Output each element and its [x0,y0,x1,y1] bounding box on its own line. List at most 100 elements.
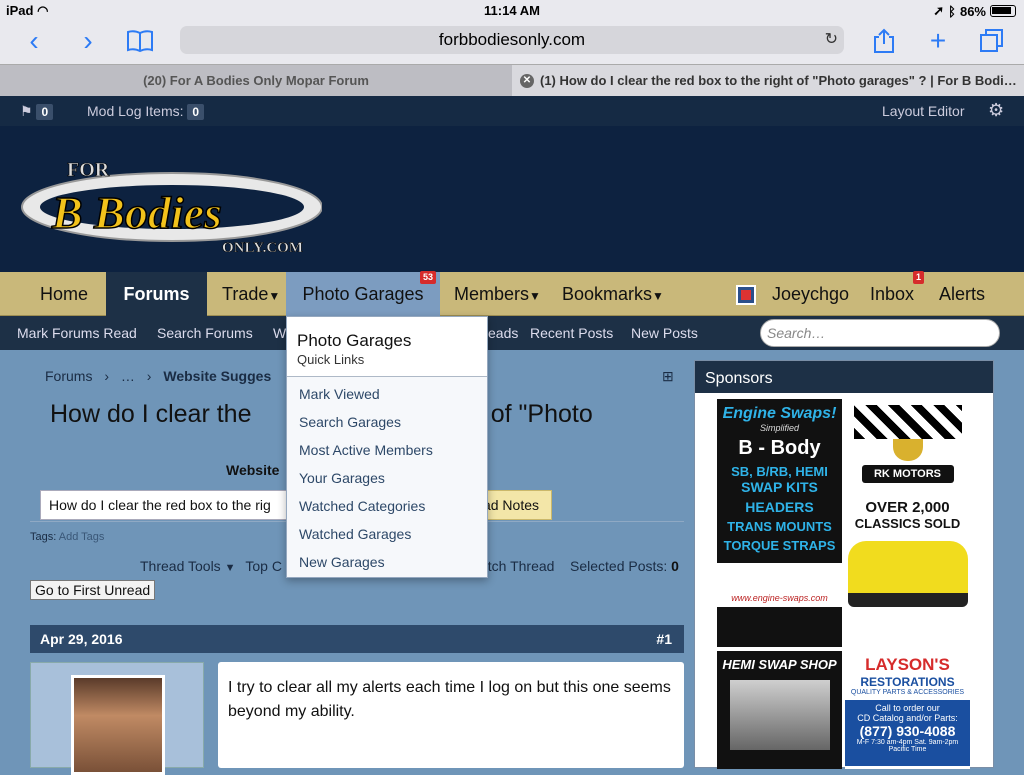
dd-your-garages[interactable]: Your Garages [299,470,385,486]
svg-text:ONLY.COM: ONLY.COM [222,240,303,252]
trophy-icon [892,439,923,461]
dd-new-garages[interactable]: New Garages [299,554,385,570]
nav-username[interactable]: Joeychgo [772,272,849,316]
nav-alerts[interactable]: Alerts [939,272,985,316]
user-avatar-icon[interactable] [736,285,756,305]
search-forums-link[interactable]: Search Forums [157,316,253,350]
browser-tabs: (20) For A Bodies Only Mopar Forum ✕ (1)… [0,64,1024,97]
dropdown-header: Photo Garages Quick Links [287,317,487,377]
post-header: Apr 29, 2016 #1 [30,625,684,653]
search-input[interactable]: Search… [760,319,1000,347]
post-date: Apr 29, 2016 [40,631,123,647]
site-header: FOR B Bodies ONLY.COM [0,126,1024,272]
reports-link[interactable]: ⚑ 0 [20,103,54,120]
share-button[interactable] [864,22,904,60]
caret-down-icon: ▼ [652,289,664,303]
breadcrumb: Forums › … › Website Sugges [45,368,271,384]
caret-down-icon: ▼ [529,289,541,303]
sponsors-sidebar: Sponsors Engine Swaps! Simplified B - Bo… [694,360,994,769]
url-bar[interactable]: forbbodiesonly.com ↻ [180,26,844,54]
location-icon: ➚ [933,3,945,18]
sitemap-icon[interactable]: ⊞ [662,368,674,385]
go-to-first-unread-button[interactable]: Go to First Unread [30,580,156,600]
dd-watched-categories[interactable]: Watched Categories [299,498,425,514]
ad-laysons[interactable]: LAYSON'S RESTORATIONS QUALITY PARTS & AC… [845,651,970,769]
caret-down-icon: ▼ [268,289,281,303]
mod-log-count: 0 [187,104,205,120]
bluetooth-icon: ᛒ [948,3,956,19]
share-icon [874,28,894,53]
tabs-icon [980,29,1003,52]
browser-toolbar: ‹ › forbbodiesonly.com ↻ + [0,22,1024,64]
car-photo [729,680,830,750]
tab-a-bodies-forum[interactable]: (20) For A Bodies Only Mopar Forum [0,65,512,97]
new-posts-link[interactable]: New Posts [631,316,698,350]
forward-button[interactable]: › [68,22,108,60]
selected-posts: Selected Posts: 0 [570,558,679,574]
threads-link-partial[interactable]: eads [488,316,518,350]
dd-most-active-members[interactable]: Most Active Members [299,442,433,458]
nav-trade[interactable]: Trade▼ [222,272,280,316]
chevron-left-icon: ‹ [29,25,39,56]
forum-label: Website [226,462,280,478]
gear-icon[interactable]: ⚙ [988,100,1004,121]
back-button[interactable]: ‹ [14,22,54,60]
nav-inbox[interactable]: Inbox 1 [870,271,925,316]
add-tags-link[interactable]: Add Tags [59,531,105,543]
ad-rk-motors[interactable]: RK MOTORS OVER 2,000 CLASSICS SOLD [845,399,970,647]
layout-editor-link[interactable]: Layout Editor [882,103,965,119]
mark-forums-read-link[interactable]: Mark Forums Read [17,316,137,350]
post-author-panel [30,662,204,775]
dd-watched-garages[interactable]: Watched Garages [299,526,411,542]
sidebar-title: Sponsors [695,361,993,393]
plus-icon: + [929,25,947,56]
flag-icon: ⚑ [20,103,33,119]
ad-engine-swaps[interactable]: Engine Swaps! Simplified B - Body SB, B/… [717,399,842,647]
dropdown-title: Photo Garages [297,331,412,350]
ad-hemi-swap-shop[interactable]: HEMI SWAP SHOP [717,651,842,769]
avatar[interactable] [71,675,165,775]
yellow-car-image [847,541,968,607]
new-tab-button[interactable]: + [918,22,958,60]
breadcrumb-website-suggestions[interactable]: Website Sugges [163,368,271,384]
recent-posts-link[interactable]: Recent Posts [530,316,613,350]
breadcrumb-forums[interactable]: Forums [45,368,92,384]
watched-link-partial[interactable]: W [273,316,286,350]
nav-photo-garages[interactable]: Photo Garages 53 [286,271,440,316]
post-message: I try to clear all my alerts each time I… [218,662,684,768]
dd-search-garages[interactable]: Search Garages [299,414,401,430]
inbox-badge: 1 [913,271,925,284]
battery-percent: 86% [959,3,986,19]
tab-current-thread[interactable]: ✕ (1) How do I clear the red box to the … [512,65,1024,97]
bookmarks-button[interactable] [120,22,160,60]
thread-tools-menu[interactable]: Thread Tools ▼ [140,558,235,574]
post-permalink[interactable]: #1 [656,625,672,653]
photo-garages-badge[interactable]: 53 [420,271,437,284]
chevron-down-icon: ▼ [224,562,236,574]
close-tab-icon[interactable]: ✕ [520,74,534,88]
top-contributors-partial[interactable]: Top C [245,558,282,574]
nav-bookmarks[interactable]: Bookmarks▼ [562,272,664,316]
status-time: 11:14 AM [484,3,540,18]
tabs-overview-button[interactable] [972,22,1012,60]
mod-log-label: Mod Log Items: [87,103,184,119]
breadcrumb-ellipsis[interactable]: … [121,368,135,384]
main-nav: Home Forums Trade▼ Photo Garages 53 Memb… [0,271,1024,316]
reload-icon[interactable]: ↻ [825,26,838,54]
mod-log-link[interactable]: Mod Log Items: 0 [87,103,205,120]
nav-members[interactable]: Members▼ [454,272,541,316]
chevron-right-icon: › [104,368,110,384]
photo-garages-dropdown: Photo Garages Quick Links Mark Viewed Se… [286,316,488,578]
nav-forums[interactable]: Forums [106,272,207,316]
reports-count: 0 [36,104,54,120]
moderator-bar: ⚑ 0 Mod Log Items: 0 Layout Editor ⚙ [0,96,1024,126]
svg-text:B Bodies: B Bodies [51,187,222,238]
watch-thread-link[interactable]: atch Thread [480,558,554,574]
nav-home[interactable]: Home [40,272,88,316]
url-text: forbbodiesonly.com [438,30,586,49]
dd-mark-viewed[interactable]: Mark Viewed [299,386,380,402]
thread-tools-row: Thread Tools ▼ Top C [140,558,282,574]
chevron-right-icon: › [83,25,93,56]
tab-label: (1) How do I clear the red box to the ri… [540,73,1017,88]
site-logo[interactable]: FOR B Bodies ONLY.COM [12,152,322,252]
